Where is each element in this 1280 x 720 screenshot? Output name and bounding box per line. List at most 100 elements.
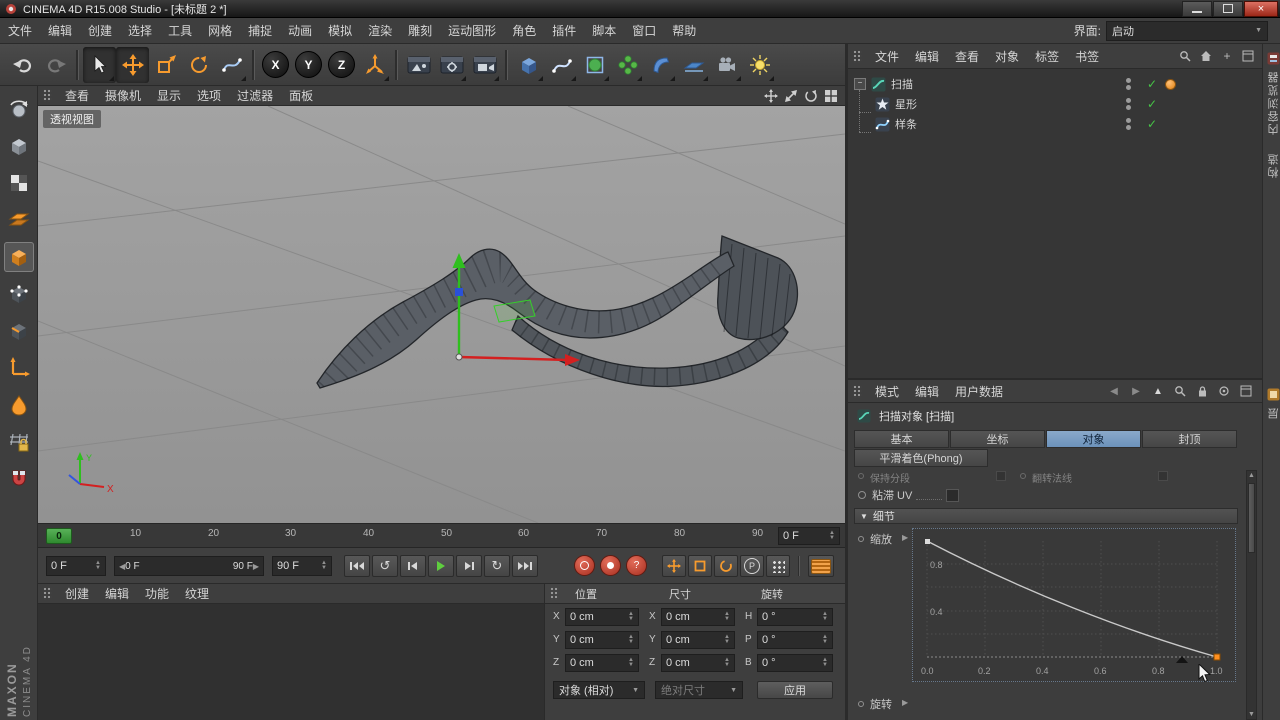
menu-animate[interactable]: 动画 bbox=[280, 22, 320, 39]
playhead-marker[interactable]: 0 bbox=[46, 528, 72, 544]
keep-segments-checkbox[interactable] bbox=[996, 471, 1006, 481]
mat-menu-edit[interactable]: 编辑 bbox=[97, 585, 137, 602]
visibility-dots[interactable] bbox=[1126, 98, 1131, 110]
scale-spline-graph[interactable]: 0.8 0.4 0.0 0.2 0.4 0.6 0.8 1.0 bbox=[912, 528, 1236, 682]
environment-icon[interactable] bbox=[677, 47, 710, 83]
search-icon[interactable] bbox=[1172, 383, 1188, 399]
om-menu-file[interactable]: 文件 bbox=[867, 48, 907, 65]
goto-start-button[interactable] bbox=[344, 555, 370, 577]
zoom-view-icon[interactable] bbox=[783, 88, 799, 104]
autokey-button[interactable] bbox=[600, 555, 621, 576]
home-icon[interactable] bbox=[1198, 48, 1214, 64]
model-mode-icon[interactable] bbox=[4, 131, 34, 161]
enable-check-icon[interactable]: ✓ bbox=[1147, 118, 1157, 130]
render-settings-icon[interactable] bbox=[435, 47, 468, 83]
key-parameter-toggle[interactable]: P bbox=[740, 555, 764, 577]
z-axis-handle[interactable] bbox=[455, 288, 463, 296]
tab-structure[interactable]: 构造 bbox=[1266, 152, 1280, 178]
texture-axis-icon[interactable] bbox=[4, 390, 34, 420]
y-lock-icon[interactable]: Y bbox=[292, 47, 325, 83]
size-y-field[interactable]: 0 cm▲▼ bbox=[661, 631, 735, 649]
panel-icon[interactable] bbox=[1238, 383, 1254, 399]
menu-help[interactable]: 帮助 bbox=[664, 22, 704, 39]
next-key-button[interactable]: ↻ bbox=[484, 555, 510, 577]
tab-caps[interactable]: 封顶 bbox=[1142, 430, 1237, 448]
next-frame-button[interactable] bbox=[456, 555, 482, 577]
size-x-field[interactable]: 0 cm▲▼ bbox=[661, 608, 735, 626]
menu-mograph[interactable]: 运动图形 bbox=[440, 22, 504, 39]
vp-menu-filter[interactable]: 过滤器 bbox=[229, 87, 281, 104]
menu-file[interactable]: 文件 bbox=[0, 22, 40, 39]
key-pla-toggle[interactable] bbox=[766, 555, 790, 577]
om-menu-bookmarks[interactable]: 书签 bbox=[1067, 48, 1107, 65]
menu-script[interactable]: 脚本 bbox=[584, 22, 624, 39]
panel-drag-handle[interactable] bbox=[43, 89, 52, 102]
interface-preset-select[interactable]: 启动▼ bbox=[1106, 21, 1268, 41]
rotation-p-field[interactable]: 0 °▲▼ bbox=[757, 631, 833, 649]
last-tool-icon[interactable] bbox=[215, 47, 248, 83]
spinner-icon[interactable]: ▲▼ bbox=[95, 561, 101, 571]
vp-menu-display[interactable]: 显示 bbox=[149, 87, 189, 104]
content-browser-icon[interactable] bbox=[1265, 50, 1280, 66]
x-axis-handle[interactable] bbox=[459, 357, 568, 360]
rotate-icon[interactable] bbox=[182, 47, 215, 83]
mat-menu-create[interactable]: 创建 bbox=[57, 585, 97, 602]
key-rotation-toggle[interactable] bbox=[714, 555, 738, 577]
maximize-button[interactable] bbox=[1213, 1, 1243, 17]
panel-drag-handle[interactable] bbox=[550, 587, 559, 600]
object-label[interactable]: 星形 bbox=[895, 96, 917, 112]
previous-frame-button[interactable] bbox=[400, 555, 426, 577]
target-icon[interactable] bbox=[1216, 383, 1232, 399]
menu-create[interactable]: 创建 bbox=[80, 22, 120, 39]
toggle-views-icon[interactable] bbox=[823, 88, 839, 104]
vp-menu-camera[interactable]: 摄像机 bbox=[97, 87, 149, 104]
menu-tools[interactable]: 工具 bbox=[160, 22, 200, 39]
om-menu-objects[interactable]: 对象 bbox=[987, 48, 1027, 65]
visibility-dots[interactable] bbox=[1126, 118, 1131, 130]
scale-curve[interactable] bbox=[927, 541, 1217, 657]
menu-simulate[interactable]: 模拟 bbox=[320, 22, 360, 39]
object-label[interactable]: 扫描 bbox=[891, 76, 913, 92]
frame-range-slider[interactable]: ◀ 0 F 90 F ▶ bbox=[114, 556, 264, 576]
minimize-button[interactable] bbox=[1182, 1, 1212, 17]
position-z-field[interactable]: 0 cm▲▼ bbox=[565, 654, 639, 672]
scroll-down-icon[interactable]: ▼ bbox=[1248, 711, 1255, 718]
subdivision-surface-icon[interactable] bbox=[578, 47, 611, 83]
menu-mesh[interactable]: 网格 bbox=[200, 22, 240, 39]
spinner-icon[interactable]: ▲▼ bbox=[321, 561, 327, 571]
view-label[interactable]: 透视视图 bbox=[43, 110, 101, 128]
details-section-header[interactable]: ▼ 细节 bbox=[854, 508, 1238, 524]
search-icon[interactable] bbox=[1177, 48, 1193, 64]
viewport[interactable]: Y X 透视视图 bbox=[38, 106, 845, 523]
texture-mode-icon[interactable] bbox=[4, 168, 34, 198]
key-position-toggle[interactable] bbox=[662, 555, 686, 577]
current-frame-field[interactable]: 0 F ▲▼ bbox=[778, 527, 840, 545]
mat-menu-texture[interactable]: 纹理 bbox=[177, 585, 217, 602]
material-list-empty[interactable] bbox=[38, 604, 544, 720]
polygon-mode-icon[interactable] bbox=[4, 242, 34, 272]
sweep-object[interactable] bbox=[317, 236, 797, 388]
size-mode-select[interactable]: 绝对尺寸▼ bbox=[655, 681, 743, 699]
undo-icon[interactable] bbox=[6, 47, 39, 83]
move-icon[interactable] bbox=[116, 47, 149, 83]
camera-icon[interactable] bbox=[710, 47, 743, 83]
z-lock-icon[interactable]: Z bbox=[325, 47, 358, 83]
keying-settings-icon[interactable] bbox=[808, 555, 834, 577]
close-button[interactable]: × bbox=[1244, 1, 1278, 17]
tab-coordinates[interactable]: 坐标 bbox=[950, 430, 1045, 448]
menu-plugins[interactable]: 插件 bbox=[544, 22, 584, 39]
range-end-handle[interactable]: ▶ bbox=[253, 562, 259, 571]
axis-mode-icon[interactable] bbox=[4, 353, 34, 383]
attributes-scrollbar[interactable]: ▲ ▼ bbox=[1246, 470, 1257, 720]
snap-icon[interactable] bbox=[4, 464, 34, 494]
workplane-lock-icon[interactable] bbox=[4, 427, 34, 457]
x-lock-icon[interactable]: X bbox=[259, 47, 292, 83]
menu-sculpt[interactable]: 雕刻 bbox=[400, 22, 440, 39]
curve-knot-start[interactable] bbox=[925, 539, 930, 544]
tab-content-browser[interactable]: 内容浏览器 bbox=[1266, 70, 1280, 135]
render-picture-icon[interactable] bbox=[468, 47, 501, 83]
position-y-field[interactable]: 0 cm▲▼ bbox=[565, 631, 639, 649]
deformer-icon[interactable] bbox=[644, 47, 677, 83]
play-button[interactable] bbox=[428, 555, 454, 577]
enable-check-icon[interactable]: ✓ bbox=[1147, 78, 1157, 90]
